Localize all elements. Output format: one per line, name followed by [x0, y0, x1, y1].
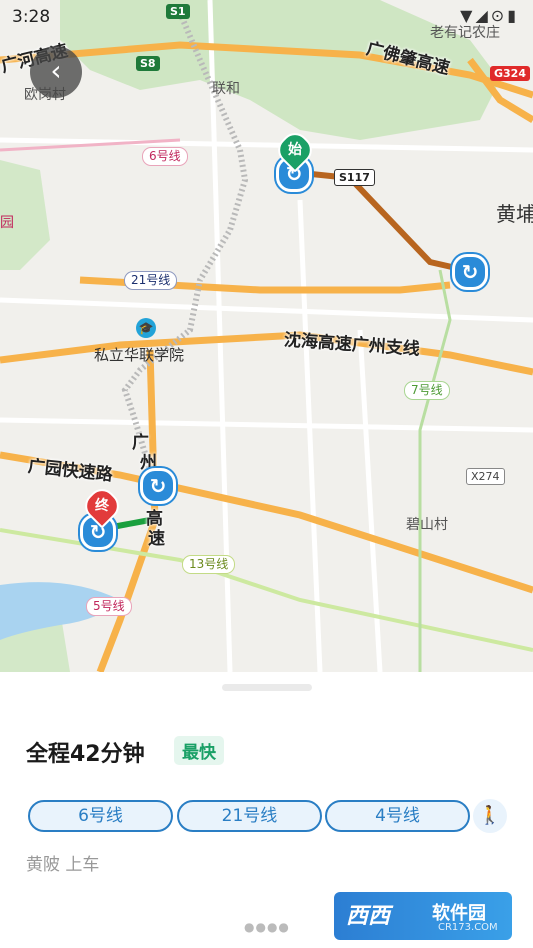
- station-transfer-1[interactable]: ↻: [452, 254, 488, 290]
- start-pin-label: 始: [288, 142, 302, 158]
- route-duration-title: 全程42分钟: [26, 742, 145, 767]
- fastest-badge: 最快: [174, 736, 224, 765]
- shield-s8: S8: [136, 56, 160, 71]
- status-time: 3:28: [12, 7, 51, 27]
- shield-s117: S117: [334, 169, 375, 186]
- place-label-hualian: 私立华联学院: [94, 346, 185, 364]
- metro-badge-line5: 5号线: [86, 597, 132, 616]
- watermark-url: CR173.COM: [438, 922, 498, 933]
- place-label-huangpu: 黄埔: [496, 202, 533, 226]
- segment-line6[interactable]: 6号线: [28, 800, 173, 832]
- place-label-lianhe: 联和: [212, 81, 240, 97]
- watermark-logo: 西西 软件园 CR173.COM: [334, 892, 512, 940]
- place-label-yuan: 园: [0, 215, 14, 231]
- walk-icon[interactable]: 🚶: [473, 799, 507, 833]
- drag-handle[interactable]: [222, 684, 312, 691]
- station-transfer-2[interactable]: ↻: [140, 468, 176, 504]
- watermark-brand: 西西: [346, 904, 391, 929]
- school-icon: 🎓: [136, 318, 156, 338]
- metro-badge-line7: 7号线: [404, 381, 450, 400]
- route-detail-panel: 全程42分钟 最快 6号线 21号线 4号线 🚶 黄陂 上车 ●●●● 西西 软…: [0, 672, 533, 948]
- boarding-station: 黄陂: [26, 855, 60, 875]
- road-label-guangzhou-d: 速: [148, 529, 165, 549]
- back-button[interactable]: ‹: [30, 46, 82, 98]
- metro-badge-line6: 6号线: [142, 147, 188, 166]
- place-label-bishan: 碧山村: [406, 517, 448, 533]
- map-canvas: [0, 0, 533, 672]
- boarding-info: 黄陂 上车: [26, 850, 99, 875]
- chevron-left-icon: ‹: [50, 54, 62, 87]
- end-pin-label: 终: [95, 498, 109, 514]
- shield-g324: G324: [490, 66, 530, 81]
- boarding-action: 上车: [65, 855, 100, 875]
- segment-line4[interactable]: 4号线: [325, 800, 470, 832]
- metro-badge-line13: 13号线: [182, 555, 236, 574]
- metro-badge-line21: 21号线: [124, 271, 178, 290]
- status-icons: ▼◢⊙▮: [460, 6, 519, 25]
- route-map[interactable]: 广河高速 广佛肇高速 沈海高速广州支线 广园快速路 广 州 高 速 S1 S8 …: [0, 0, 533, 672]
- page-indicator: ●●●●: [244, 920, 290, 934]
- segment-line21[interactable]: 21号线: [177, 800, 322, 832]
- status-bar: 3:28 ▼◢⊙▮: [0, 0, 533, 34]
- shield-x274: X274: [466, 468, 505, 485]
